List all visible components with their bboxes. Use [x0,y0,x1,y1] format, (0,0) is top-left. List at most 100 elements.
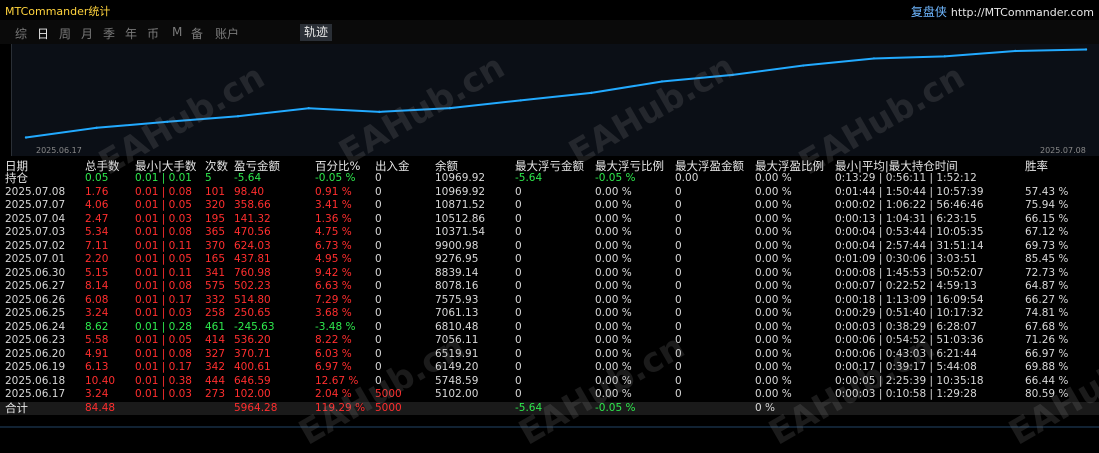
cell-max-float-loss: 0 [515,253,522,265]
cell-balance: 10371.54 [435,226,486,238]
cell-pct: 6.73 % [315,239,352,252]
cell-balance: 10512.86 [435,212,486,225]
cell-winrate: 72.73 % [1025,266,1069,279]
table-row[interactable]: 2025.06.26 6.08 0.01 | 0.17 332 514.80 7.29 %… [0,294,1099,308]
cell-max-float-profit: 0 [675,226,682,238]
tab-quarter[interactable]: 季 [103,25,115,42]
cell-date: 2025.06.30 [5,266,66,279]
tab-year[interactable]: 年 [125,25,137,42]
cell-hold-time: 0:00:29 | 0:51:40 | 10:17:32 [835,307,984,319]
cell-max-float-loss: 0 [515,239,522,252]
tab-currency[interactable]: 币 [147,25,159,42]
table-row[interactable]: 2025.07.08 1.76 0.01 | 0.08 101 98.40 0.91 % 0… [0,186,1099,200]
cell-total-lots: 2.20 [85,253,109,265]
table-row[interactable]: 2025.07.07 4.06 0.01 | 0.05 320 358.66 3.41 %… [0,199,1099,213]
table-row[interactable]: 2025.06.27 8.14 0.01 | 0.08 575 502.23 6.63 %… [0,280,1099,294]
cell-max-float-loss: 0 [515,212,522,225]
tab-month[interactable]: 月 [81,25,93,42]
cell-max-float-loss-pct: 0.00 % [595,374,632,387]
cell-min-max-lots: 0.01 | 0.01 [135,172,192,184]
table-row[interactable]: 2025.07.04 2.47 0.01 | 0.03 195 141.32 1.36 %… [0,213,1099,227]
table-row[interactable]: 2025.06.18 10.40 0.01 | 0.38 444 646.59 12.67… [0,375,1099,389]
period-tabs: 综 日 周 月 季 年 币 M 备 账户 轨迹 [0,20,1099,44]
cell-max-float-profit-pct: 0.00 % [755,307,792,319]
cell-max-float-profit: 0 [675,185,682,198]
cell-pct: -3.48 % [315,320,356,333]
cell-count: 165 [205,253,226,265]
cell-max-float-profit: 0 [675,293,682,306]
tab-note[interactable]: 备 [191,25,203,42]
table-row[interactable]: 2025.06.24 8.62 0.01 | 0.28 461 -245.63 -3.48… [0,321,1099,335]
cell-max-float-profit: 0 [675,253,682,265]
tab-summary[interactable]: 综 [15,25,27,42]
cell-total-lots: 5.34 [85,226,109,238]
cell-pnl: 5964.28 [234,401,278,414]
cell-count: 258 [205,307,226,319]
cell-max-float-profit-pct: 0 % [755,401,775,414]
cell-count: 5 [205,172,212,184]
cell-max-float-profit: 0 [675,280,682,292]
equity-line [25,48,1087,139]
table-row[interactable]: 2025.07.01 2.20 0.01 | 0.05 165 437.81 4.95 %… [0,253,1099,267]
cell-pnl: 437.81 [234,253,271,265]
cell-winrate: 69.73 % [1025,239,1069,252]
cell-max-float-loss-pct: 0.00 % [595,388,632,400]
table-row[interactable]: 2025.06.25 3.24 0.01 | 0.03 258 250.65 3.68 %… [0,307,1099,321]
cell-pct: 7.29 % [315,293,352,306]
x-axis-start-label: 2025.06.17 [36,146,82,155]
cell-max-float-loss: 0 [515,347,522,360]
cell-pnl: 514.80 [234,293,271,306]
table-row[interactable]: 2025.06.17 3.24 0.01 | 0.03 273 102.00 2.04 %… [0,388,1099,402]
cell-max-float-profit: 0 [675,320,682,333]
header-max-float-loss-pct: 最大浮亏比例 [595,159,664,173]
holding-row[interactable]: 持仓 0.05 0.01 | 0.01 5 -5.64 -0.05 % 0 10969.92 -… [0,171,1099,186]
header-hold-time: 最小|平均|最大持仓时间 [835,159,958,173]
cell-pct: 119.29 % [315,401,366,414]
cell-balance: 7056.11 [435,334,479,346]
cell-min-max-lots: 0.01 | 0.28 [135,320,192,333]
cell-min-max-lots: 0.01 | 0.03 [135,388,192,400]
equity-point [1014,49,1017,53]
table-row[interactable]: 2025.06.23 5.58 0.01 | 0.05 414 536.20 8.22 %… [0,334,1099,348]
cell-max-float-loss: 0 [515,374,522,387]
cell-balance: 6810.48 [435,320,479,333]
equity-point [872,57,876,60]
cell-max-float-profit-pct: 0.00 % [755,361,792,373]
tab-week[interactable]: 周 [59,25,71,42]
cell-hold-time: 0:01:09 | 0:30:06 | 3:03:51 [835,253,977,265]
table-row[interactable]: 2025.06.30 5.15 0.01 | 0.11 341 760.98 9.42 %… [0,267,1099,281]
brand-url[interactable]: http://MTCommander.com [951,6,1094,19]
cell-date: 2025.06.18 [5,374,66,387]
equity-point [660,80,664,83]
header-max-float-loss: 最大浮亏金额 [515,159,584,173]
table-row[interactable]: 2025.07.02 7.11 0.01 | 0.11 370 624.03 6.73 %… [0,240,1099,254]
table-row[interactable]: 2025.06.19 6.13 0.01 | 0.17 342 400.61 6.97 %… [0,361,1099,375]
header-min-max-lots: 最小|大手数 [135,159,197,173]
cell-max-float-profit-pct: 0.00 % [755,199,792,211]
equity-point [378,110,381,114]
cell-cash: 0 [375,212,382,225]
equity-point [802,64,805,67]
cell-balance: 9276.95 [435,253,479,265]
cell-pct: 9.42 % [315,266,352,279]
cell-balance: 6519.91 [435,347,479,360]
cell-max-float-profit: 0 [675,334,682,346]
tab-m[interactable]: M [172,25,182,39]
cell-pct: 6.97 % [315,361,352,373]
cell-min-max-lots: 0.01 | 0.17 [135,361,192,373]
cell-pnl: 760.98 [234,266,271,279]
table-row[interactable]: 2025.06.20 4.91 0.01 | 0.08 327 370.71 6.03 %… [0,348,1099,362]
tab-account[interactable]: 账户 [215,25,239,42]
tab-day[interactable]: 日 [37,25,49,42]
table-row[interactable]: 2025.07.03 5.34 0.01 | 0.08 365 470.56 4.75 %… [0,226,1099,240]
cell-date: 2025.06.26 [5,293,66,306]
cell-cash: 0 [375,280,382,292]
cell-date: 2025.06.25 [5,307,66,319]
cell-count: 327 [205,347,226,360]
total-row[interactable]: 合计 84.48 5964.28 119.29 % 5000 -5.64 -0.05 % 0 … [0,401,1099,415]
cell-max-float-loss-pct: 0.00 % [595,347,632,360]
cell-max-float-profit: 0 [675,199,682,211]
tab-track[interactable]: 轨迹 [300,24,333,41]
cell-min-max-lots: 0.01 | 0.38 [135,374,192,387]
brand[interactable]: 复盘侠 http://MTCommander.com [911,3,1094,20]
